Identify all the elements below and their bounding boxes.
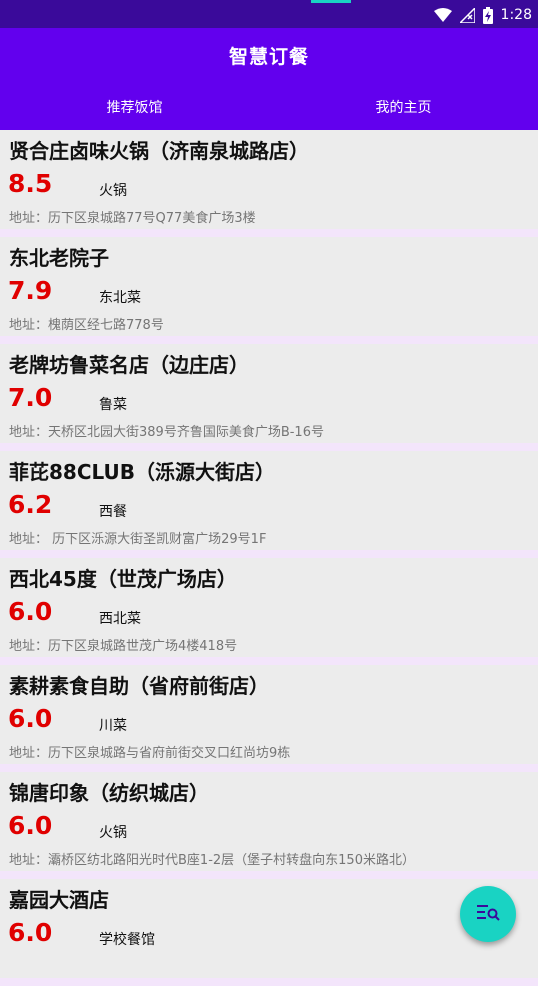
signal-icon <box>459 7 475 23</box>
restaurant-card[interactable]: 菲芘88CLUB（泺源大街店） 6.2 西餐 地址： 历下区泺源大街圣凯财富广场… <box>0 451 538 558</box>
restaurant-name: 素耕素食自助（省府前街店） <box>9 674 269 698</box>
restaurant-score: 7.0 <box>8 383 53 412</box>
restaurant-score: 8.5 <box>8 169 53 198</box>
restaurant-card[interactable]: 贤合庄卤味火锅（济南泉城路店） 8.5 火锅 地址：历下区泉城路77号Q77美食… <box>0 130 538 237</box>
restaurant-card[interactable]: 嘉园大酒店 6.0 学校餐馆 <box>0 879 538 986</box>
restaurant-score: 6.2 <box>8 490 53 519</box>
restaurant-name: 东北老院子 <box>9 246 109 270</box>
restaurant-cuisine: 西餐 <box>99 504 127 520</box>
restaurant-name: 西北45度（世茂广场店） <box>9 567 237 591</box>
restaurant-name: 贤合庄卤味火锅（济南泉城路店） <box>9 139 309 163</box>
restaurant-name: 嘉园大酒店 <box>9 888 109 912</box>
restaurant-address: 地址：灞桥区纺北路阳光时代B座1-2层（堡子村转盘向东150米路北） <box>9 853 415 868</box>
restaurant-card[interactable]: 东北老院子 7.9 东北菜 地址：槐荫区经七路778号 <box>0 237 538 344</box>
restaurant-card[interactable]: 老牌坊鲁菜名店（边庄店） 7.0 鲁菜 地址：天桥区北园大街389号齐鲁国际美食… <box>0 344 538 451</box>
restaurant-address: 地址：槐荫区经七路778号 <box>9 318 164 333</box>
restaurant-score: 6.0 <box>8 704 53 733</box>
restaurant-card[interactable]: 西北45度（世茂广场店） 6.0 西北菜 地址：历下区泉城路世茂广场4楼418号 <box>0 558 538 665</box>
search-fab-button[interactable] <box>460 886 516 942</box>
restaurant-cuisine: 鲁菜 <box>99 397 127 413</box>
restaurant-address: 地址：历下区泉城路与省府前街交叉口红尚坊9栋 <box>9 746 291 761</box>
restaurant-score: 7.9 <box>8 276 53 305</box>
status-icons: 1:28 <box>433 4 532 26</box>
status-accent-bar <box>311 0 351 3</box>
restaurant-cuisine: 西北菜 <box>99 611 141 627</box>
app-bar: 智慧订餐 推荐饭馆 我的主页 <box>0 28 538 130</box>
restaurant-cuisine: 火锅 <box>99 183 127 199</box>
clock: 1:28 <box>500 7 532 23</box>
restaurant-cuisine: 学校餐馆 <box>99 932 155 948</box>
restaurant-cuisine: 川菜 <box>99 718 127 734</box>
app-title: 智慧订餐 <box>228 46 309 68</box>
battery-charging-icon <box>482 6 493 24</box>
restaurant-name: 老牌坊鲁菜名店（边庄店） <box>9 353 249 377</box>
restaurant-card[interactable]: 素耕素食自助（省府前街店） 6.0 川菜 地址：历下区泉城路与省府前街交叉口红尚… <box>0 665 538 772</box>
restaurant-address: 地址： 历下区泺源大街圣凯财富广场29号1F <box>9 532 267 547</box>
tab-my-homepage[interactable]: 我的主页 <box>269 94 538 122</box>
status-bar: 1:28 <box>0 0 538 28</box>
tab-recommended-restaurants[interactable]: 推荐饭馆 <box>0 94 269 122</box>
restaurant-address: 地址：历下区泉城路世茂广场4楼418号 <box>9 639 238 654</box>
restaurant-name: 锦唐印象（纺织城店） <box>9 781 209 805</box>
restaurant-cuisine: 东北菜 <box>99 290 141 306</box>
restaurant-score: 6.0 <box>8 811 53 840</box>
restaurant-score: 6.0 <box>8 918 53 947</box>
search-list-icon <box>476 902 500 926</box>
restaurant-address: 地址：天桥区北园大街389号齐鲁国际美食广场B-16号 <box>9 425 324 440</box>
restaurant-card[interactable]: 锦唐印象（纺织城店） 6.0 火锅 地址：灞桥区纺北路阳光时代B座1-2层（堡子… <box>0 772 538 879</box>
restaurant-address: 地址：历下区泉城路77号Q77美食广场3楼 <box>9 211 256 226</box>
restaurant-list: 贤合庄卤味火锅（济南泉城路店） 8.5 火锅 地址：历下区泉城路77号Q77美食… <box>0 130 538 986</box>
wifi-icon <box>433 8 452 22</box>
restaurant-score: 6.0 <box>8 597 53 626</box>
restaurant-name: 菲芘88CLUB（泺源大街店） <box>9 460 276 484</box>
restaurant-cuisine: 火锅 <box>99 825 127 841</box>
tab-bar: 推荐饭馆 我的主页 <box>0 94 538 122</box>
